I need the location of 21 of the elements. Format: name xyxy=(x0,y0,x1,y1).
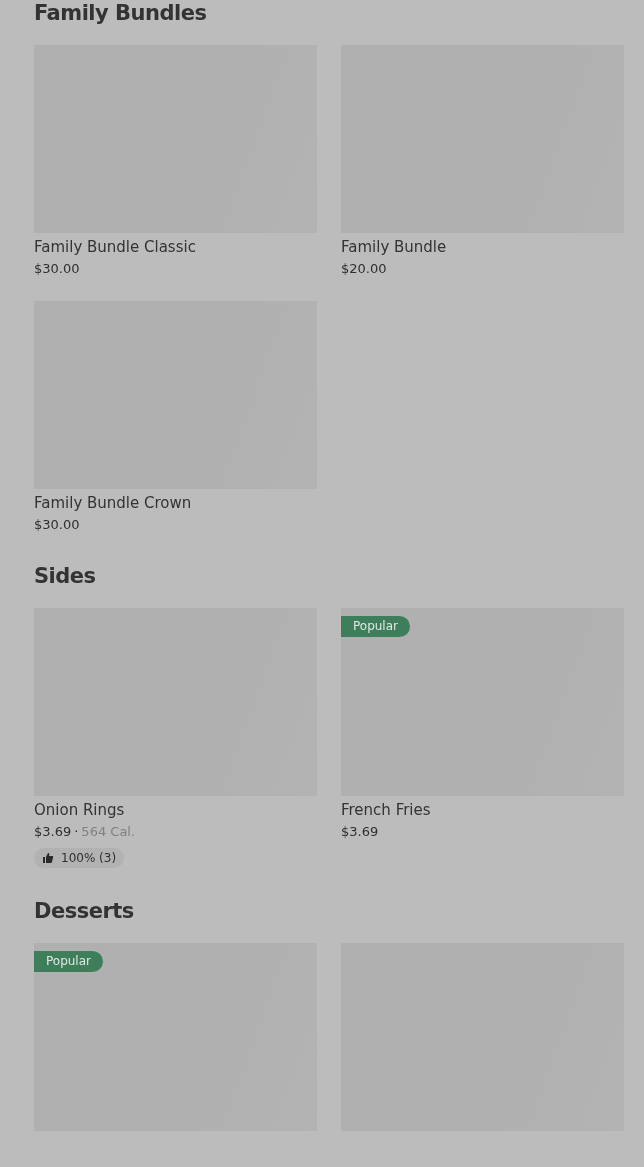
separator-dot: · xyxy=(74,824,79,840)
popular-badge: Popular xyxy=(34,951,103,972)
item-price: $30.00 xyxy=(34,517,80,533)
section-heading: Desserts xyxy=(34,898,135,924)
section-heading: Family Bundles xyxy=(34,0,208,26)
thumbs-up-icon xyxy=(42,852,54,864)
image-placeholder[interactable]: Popular xyxy=(34,943,317,1131)
item-name[interactable]: Family Bundle Classic xyxy=(34,238,317,257)
item-name[interactable]: French Fries xyxy=(341,801,624,820)
rating-chip: 100% (3) xyxy=(34,848,125,868)
item-name[interactable]: Onion Rings xyxy=(34,801,317,820)
item-price: $20.00 xyxy=(341,261,387,277)
item-price: $3.69 xyxy=(341,824,379,840)
item-name[interactable]: Family Bundle xyxy=(341,238,624,257)
item-price: $30.00 xyxy=(34,261,80,277)
section-heading: Sides xyxy=(34,563,97,589)
item-price: $3.69 xyxy=(34,824,72,840)
item-calories: 564 Cal. xyxy=(81,824,136,840)
image-placeholder[interactable]: Popular xyxy=(341,608,624,796)
item-name[interactable]: Family Bundle Crown xyxy=(34,494,317,513)
popular-badge: Popular xyxy=(341,616,410,637)
